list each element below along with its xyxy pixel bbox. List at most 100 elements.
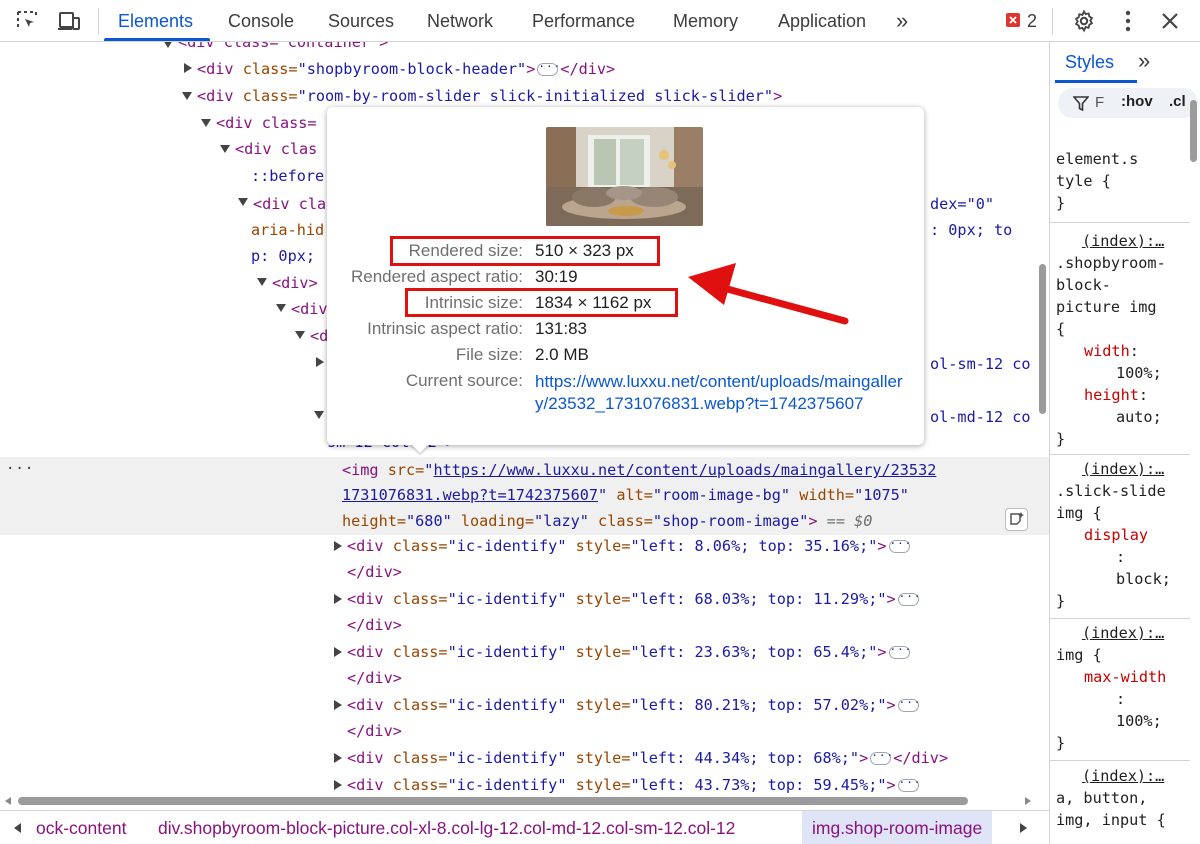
style-rule-slick-slide[interactable]: (index):… .slick-slide img { display : b… bbox=[1056, 458, 1196, 612]
hov-toggle[interactable]: :hov bbox=[1121, 93, 1153, 110]
expand-triangle-icon[interactable] bbox=[334, 753, 342, 763]
collapse-triangle-icon[interactable] bbox=[220, 145, 230, 153]
tab-console[interactable]: Console bbox=[228, 0, 294, 42]
tab-application[interactable]: Application bbox=[778, 0, 866, 42]
scroll-left-arrow-icon[interactable] bbox=[5, 797, 11, 805]
rule-source-link[interactable]: (index):… bbox=[1082, 624, 1164, 642]
current-source-link[interactable]: https://www.luxxu.net/content/uploads/ma… bbox=[535, 371, 913, 415]
dom-node[interactable]: <div clas bbox=[235, 136, 317, 162]
settings-gear-icon[interactable] bbox=[1071, 9, 1097, 33]
expand-triangle-icon[interactable] bbox=[184, 63, 192, 73]
filter-input[interactable]: F bbox=[1095, 94, 1104, 111]
breadcrumb-item-selected[interactable]: img.shop-room-image bbox=[802, 811, 993, 844]
collapse-triangle-icon[interactable] bbox=[276, 304, 286, 312]
expand-triangle-icon[interactable] bbox=[334, 647, 342, 657]
dom-node-ic-identify[interactable]: <div class="ic-identify" style="left: 80… bbox=[347, 692, 921, 718]
ellipsis-icon[interactable]: ··· bbox=[537, 61, 560, 76]
styles-scrollbar-thumb[interactable] bbox=[1190, 100, 1197, 162]
style-rule-img[interactable]: (index):… img { max-width : 100%; } bbox=[1056, 622, 1196, 754]
dom-node[interactable]: <div class= bbox=[216, 110, 317, 136]
scroll-right-arrow-icon[interactable] bbox=[1025, 797, 1031, 805]
dom-node-ic-identify[interactable]: <div class="ic-identify" style="left: 43… bbox=[347, 772, 921, 798]
dom-node-end-tag[interactable]: </div> bbox=[347, 665, 402, 691]
tab-memory[interactable]: Memory bbox=[673, 0, 738, 42]
css-property[interactable]: display bbox=[1056, 524, 1196, 546]
style-rule-shopbyroom[interactable]: (index):… .shopbyroom- block- picture im… bbox=[1056, 230, 1196, 450]
dom-node-container[interactable]: <div class="container"> bbox=[178, 42, 388, 55]
ellipsis-icon[interactable]: ··· bbox=[897, 591, 921, 606]
tab-sources[interactable]: Sources bbox=[328, 0, 394, 42]
dom-node[interactable]: <d bbox=[310, 323, 328, 349]
css-property[interactable]: max-width bbox=[1056, 666, 1196, 688]
more-panels-icon[interactable]: » bbox=[1138, 48, 1150, 74]
dom-node-end-tag[interactable]: </div> bbox=[347, 718, 402, 744]
expand-triangle-icon[interactable] bbox=[334, 594, 342, 604]
breadcrumb-item[interactable]: div.shopbyroom-block-picture.col-xl-8.co… bbox=[158, 811, 735, 844]
dom-node-header[interactable]: <div class="shopbyroom-block-header"> ···… bbox=[197, 56, 615, 82]
dom-node-end-tag[interactable]: </div> bbox=[347, 559, 402, 585]
vertical-scrollbar-thumb[interactable] bbox=[1039, 264, 1046, 414]
error-count[interactable]: 2 bbox=[1027, 11, 1037, 32]
inspect-element-icon[interactable] bbox=[14, 9, 40, 33]
vertical-scrollbar[interactable] bbox=[1037, 84, 1049, 810]
rule-source-link[interactable]: (index):… bbox=[1082, 460, 1164, 478]
ellipsis-icon[interactable]: ··· bbox=[897, 697, 921, 712]
img-node-line-1[interactable]: <img src="https://www.luxxu.net/content/… bbox=[342, 457, 936, 483]
collapse-triangle-icon[interactable] bbox=[257, 278, 267, 286]
css-value[interactable]: auto; bbox=[1056, 406, 1196, 428]
dom-node-ic-identify[interactable]: <div class="ic-identify" style="left: 23… bbox=[347, 639, 912, 665]
css-value[interactable]: block; bbox=[1056, 568, 1196, 590]
pseudo-element[interactable]: ::before bbox=[251, 163, 324, 189]
tab-performance[interactable]: Performance bbox=[532, 0, 635, 42]
tab-styles[interactable]: Styles bbox=[1065, 52, 1114, 73]
row-menu-icon[interactable]: ... bbox=[6, 457, 34, 473]
img-node-line-3[interactable]: height="680" loading="lazy" class="shop-… bbox=[342, 508, 872, 534]
cls-toggle[interactable]: .cl bbox=[1169, 93, 1186, 110]
rule-source-link[interactable]: (index):… bbox=[1082, 767, 1164, 785]
dom-node[interactable]: <div bbox=[291, 296, 328, 322]
ellipsis-icon[interactable]: ··· bbox=[870, 750, 893, 765]
tab-network[interactable]: Network bbox=[427, 0, 493, 42]
img-src-link[interactable]: https://www.luxxu.net/content/uploads/ma… bbox=[433, 461, 936, 479]
ellipsis-icon[interactable]: ··· bbox=[897, 777, 921, 792]
collapse-triangle-icon[interactable] bbox=[201, 119, 211, 127]
rule-source-link[interactable]: (index):… bbox=[1082, 232, 1164, 250]
collapse-triangle-icon[interactable] bbox=[295, 331, 305, 339]
breadcrumb-left-arrow-icon[interactable] bbox=[14, 823, 21, 833]
dom-node-ic-identify[interactable]: <div class="ic-identify" style="left: 44… bbox=[347, 745, 948, 771]
ellipsis-icon[interactable]: ··· bbox=[888, 644, 911, 659]
collapse-triangle-icon[interactable] bbox=[238, 198, 248, 206]
close-icon[interactable] bbox=[1157, 9, 1183, 33]
collapse-triangle-icon[interactable] bbox=[314, 411, 324, 419]
tab-elements[interactable]: Elements bbox=[118, 0, 193, 42]
dom-node[interactable]: <div cla bbox=[253, 191, 326, 217]
breadcrumb-right-arrow-icon[interactable] bbox=[1020, 823, 1027, 833]
img-node-line-2[interactable]: 1731076831.webp?t=1742375607" alt="room-… bbox=[342, 482, 909, 508]
expand-triangle-icon[interactable] bbox=[334, 780, 342, 790]
breadcrumb-item[interactable]: ock-content bbox=[36, 811, 126, 844]
dom-node-end-tag[interactable]: </div> bbox=[347, 612, 402, 638]
css-property[interactable]: height bbox=[1084, 386, 1139, 404]
css-property[interactable]: width bbox=[1084, 342, 1130, 360]
expand-triangle-icon[interactable] bbox=[334, 700, 342, 710]
expand-triangle-icon[interactable] bbox=[334, 541, 342, 551]
ai-assist-button[interactable] bbox=[1005, 508, 1028, 531]
error-icon[interactable] bbox=[1006, 13, 1020, 27]
dom-node[interactable]: <div> bbox=[272, 270, 318, 296]
img-src-link[interactable]: 1731076831.webp?t=1742375607 bbox=[342, 486, 598, 504]
styles-scrollbar[interactable] bbox=[1186, 92, 1198, 844]
style-rule-element[interactable]: element.s tyle { } bbox=[1056, 148, 1196, 214]
expand-triangle-icon[interactable] bbox=[316, 357, 324, 367]
dom-node-ic-identify[interactable]: <div class="ic-identify" style="left: 8.… bbox=[347, 533, 912, 559]
ellipsis-icon[interactable]: ··· bbox=[888, 538, 911, 553]
horizontal-scrollbar-thumb[interactable] bbox=[18, 797, 968, 805]
kebab-menu-icon[interactable] bbox=[1115, 9, 1141, 33]
style-rule-reset[interactable]: (index):… a, button, img, input { bbox=[1056, 765, 1196, 831]
collapse-triangle-icon[interactable] bbox=[163, 42, 173, 48]
collapse-triangle-icon[interactable] bbox=[182, 92, 192, 100]
styles-filter-bar[interactable]: F :hov .cl bbox=[1058, 88, 1198, 118]
more-tabs-icon[interactable]: » bbox=[896, 0, 908, 42]
dom-node-ic-identify[interactable]: <div class="ic-identify" style="left: 68… bbox=[347, 586, 921, 612]
dom-node-slider[interactable]: <div class="room-by-room-slider slick-in… bbox=[197, 83, 782, 109]
device-toolbar-icon[interactable] bbox=[56, 9, 82, 33]
